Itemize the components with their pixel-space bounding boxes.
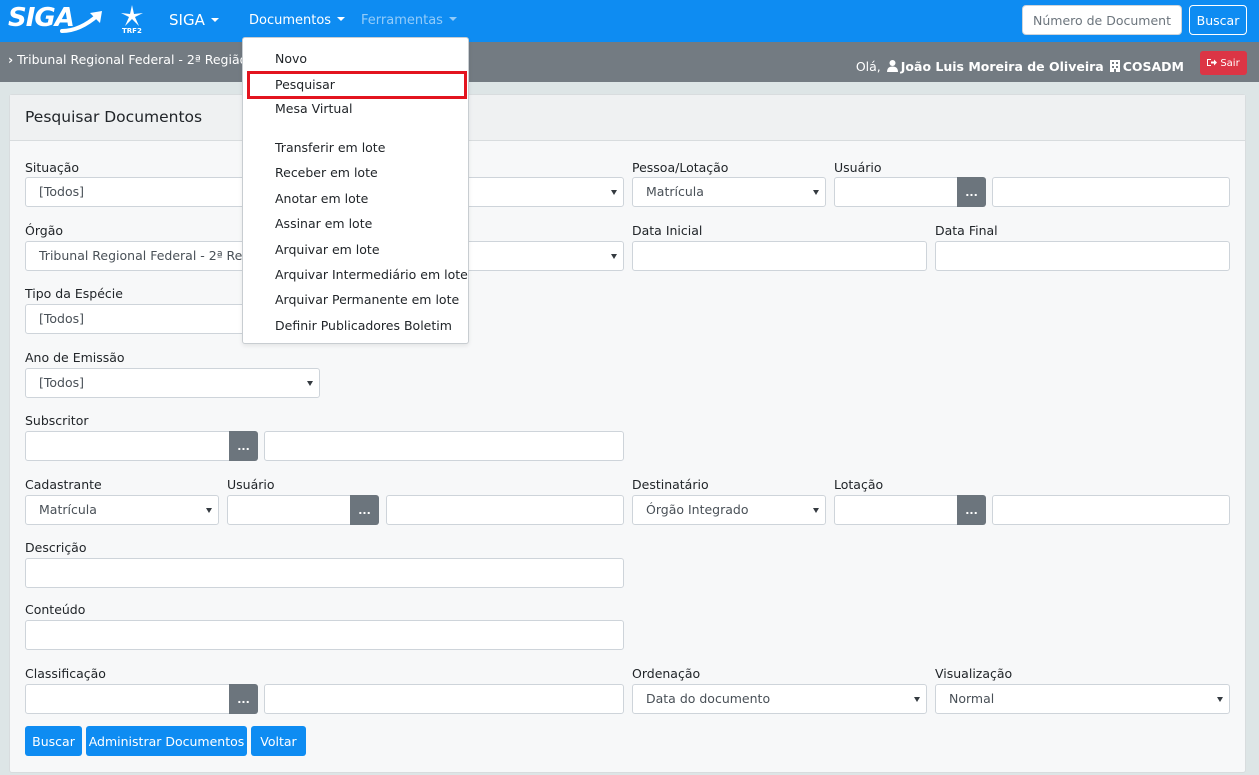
lotacao-code-input[interactable]: [834, 495, 958, 525]
chevron-right-icon: ›: [8, 52, 14, 67]
back-button[interactable]: Voltar: [251, 726, 306, 756]
usuario-name-input[interactable]: [992, 177, 1230, 207]
classificacao-label: Classificação: [25, 666, 106, 681]
trf2-logo-text: TRF2: [122, 27, 142, 35]
building-icon: [1109, 60, 1120, 72]
subscritor-lookup-button[interactable]: ...: [229, 431, 258, 461]
menu-item-novo[interactable]: Novo: [243, 48, 468, 70]
pessoa-lotacao-label: Pessoa/Lotação: [632, 160, 729, 175]
caret-down-icon: [337, 17, 346, 21]
lotacao-name-input[interactable]: [992, 495, 1230, 525]
trf2-star-icon: [121, 5, 143, 26]
document-number-input[interactable]: [1022, 5, 1182, 35]
menu-item-anotar-lote[interactable]: Anotar em lote: [243, 188, 468, 210]
data-final-input[interactable]: [935, 241, 1230, 271]
usuario-cadastrante-code-input[interactable]: [227, 495, 351, 525]
top-search-button[interactable]: Buscar: [1189, 5, 1247, 35]
usuario-lookup-button[interactable]: ...: [957, 177, 986, 207]
visualizacao-select[interactable]: Normal: [935, 684, 1230, 714]
breadcrumb[interactable]: › Tribunal Regional Federal - 2ª Região: [8, 52, 247, 67]
menu-item-pesquisar[interactable]: Pesquisar: [247, 71, 467, 99]
classificacao-name-input[interactable]: [264, 684, 624, 714]
cadastrante-label: Cadastrante: [25, 477, 102, 492]
classificacao-code-input[interactable]: [25, 684, 230, 714]
subscritor-code-input[interactable]: [25, 431, 230, 461]
top-navbar: SIGA TRF2 SIGA Documentos Ferramentas Bu…: [0, 0, 1259, 42]
pessoa-lotacao-select[interactable]: Matrícula: [632, 177, 826, 207]
menu-item-arquivar-permanente-lote[interactable]: Arquivar Permanente em lote: [243, 289, 468, 311]
siga-logo[interactable]: SIGA: [8, 3, 104, 37]
destinatario-select[interactable]: Órgão Integrado: [632, 495, 826, 525]
user-icon: [886, 60, 898, 72]
data-final-label: Data Final: [935, 223, 998, 238]
admin-documents-button[interactable]: Administrar Documentos: [86, 726, 247, 756]
usuario-cadastrante-name-input[interactable]: [386, 495, 624, 525]
situacao-label: Situação: [25, 160, 80, 175]
ano-emissao-select[interactable]: [Todos]: [25, 368, 320, 398]
greeting-text: Olá,: [855, 59, 881, 74]
trf2-logo: TRF2: [119, 5, 145, 37]
visualizacao-label: Visualização: [935, 666, 1013, 681]
usuario-code-input[interactable]: [834, 177, 958, 207]
menu-item-arquivar-lote[interactable]: Arquivar em lote: [243, 239, 468, 261]
documentos-dropdown-menu: Novo Pesquisar Mesa Virtual Transferir e…: [242, 37, 469, 344]
usuario-cadastrante-label: Usuário: [227, 477, 275, 492]
conteudo-input[interactable]: [25, 620, 624, 650]
destinatario-label: Destinatário: [632, 477, 709, 492]
usuario-label: Usuário: [834, 160, 882, 175]
menu-item-assinar-lote[interactable]: Assinar em lote: [243, 213, 468, 235]
nav-ferramentas-label: Ferramentas: [361, 13, 443, 28]
nav-documentos-menu[interactable]: Documentos: [249, 13, 346, 28]
ano-emissao-label: Ano de Emissão: [25, 350, 125, 365]
nav-siga-label: SIGA: [169, 11, 205, 29]
subscritor-label: Subscritor: [25, 413, 89, 428]
nav-documentos-label: Documentos: [249, 13, 332, 28]
subscritor-name-input[interactable]: [264, 431, 624, 461]
logout-label: Sair: [1220, 57, 1240, 69]
descricao-input[interactable]: [25, 558, 624, 588]
conteudo-label: Conteúdo: [25, 602, 86, 617]
sub-header-bar: › Tribunal Regional Federal - 2ª Região O…: [0, 42, 1259, 82]
data-inicial-input[interactable]: [632, 241, 927, 271]
menu-item-arquivar-intermediario-lote[interactable]: Arquivar Intermediário em lote: [243, 264, 468, 286]
menu-item-definir-publicadores-boletim[interactable]: Definir Publicadores Boletim: [243, 315, 468, 337]
caret-down-icon: [448, 17, 457, 21]
search-button[interactable]: Buscar: [25, 726, 82, 756]
classificacao-lookup-button[interactable]: ...: [229, 684, 258, 714]
logout-button[interactable]: Sair: [1200, 51, 1247, 75]
menu-item-receber-lote[interactable]: Receber em lote: [243, 162, 468, 184]
tipo-especie-label: Tipo da Espécie: [25, 286, 123, 301]
nav-siga-menu[interactable]: SIGA: [169, 11, 219, 29]
ordenacao-select[interactable]: Data do documento: [632, 684, 927, 714]
menu-item-transferir-lote[interactable]: Transferir em lote: [243, 137, 468, 159]
user-info: Olá, João Luis Moreira de Oliveira COSAD…: [856, 59, 1184, 74]
cadastrante-select[interactable]: Matrícula: [25, 495, 219, 525]
descricao-label: Descrição: [25, 540, 87, 555]
sign-out-icon: [1207, 58, 1218, 66]
breadcrumb-label: Tribunal Regional Federal - 2ª Região: [17, 52, 248, 67]
card-header: Pesquisar Documentos: [10, 95, 1245, 141]
orgao-label: Órgão: [25, 223, 64, 238]
usuario-cadastrante-lookup-button[interactable]: ...: [350, 495, 379, 525]
caret-down-icon: [210, 18, 219, 22]
lotacao-lookup-button[interactable]: ...: [957, 495, 986, 525]
nav-ferramentas-menu[interactable]: Ferramentas: [361, 13, 457, 28]
ordenacao-label: Ordenação: [632, 666, 701, 681]
menu-item-mesa-virtual[interactable]: Mesa Virtual: [243, 98, 468, 120]
data-inicial-label: Data Inicial: [632, 223, 703, 238]
arrow-logo-icon: [60, 11, 102, 33]
lotacao-label: Lotação: [834, 477, 884, 492]
page-title: Pesquisar Documentos: [25, 108, 203, 126]
user-unit: COSADM: [1122, 59, 1184, 74]
user-name: João Luis Moreira de Oliveira: [900, 59, 1104, 74]
